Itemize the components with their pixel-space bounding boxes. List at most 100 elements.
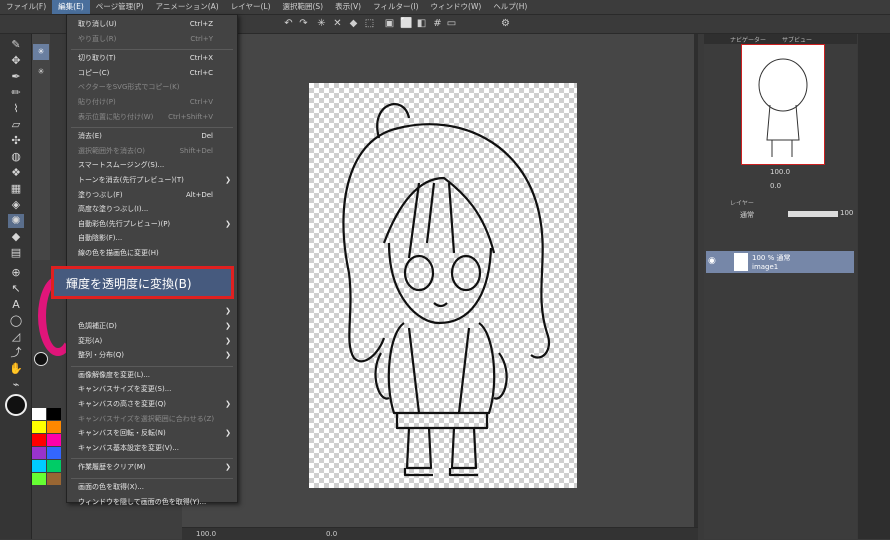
menu-item[interactable]: 貼り付け(P) Ctrl+V [67,96,237,109]
deselect-icon[interactable]: ⬜ [400,18,412,29]
menu-item[interactable]: 自動陰影(F)... [67,232,237,245]
menubar-item[interactable]: ファイル(F) [0,0,52,14]
frame-tool-icon[interactable]: ▦ [8,182,24,196]
picker-tool-icon[interactable]: ⌁ [8,378,24,392]
spinner-icon[interactable]: ✳ [316,18,327,29]
correct-line-tool-icon[interactable]: ⤴ [8,346,24,360]
color-swatch[interactable] [47,447,61,459]
menu-item[interactable]: キャンバス基本設定を変更(V)... [67,442,237,455]
menu-item[interactable]: 色調補正(D) ❯ [67,320,237,333]
text-tool-icon[interactable]: A [8,298,24,312]
angle-readout[interactable]: 0.0 [326,530,337,538]
menu-item[interactable]: 切り取り(T) Ctrl+X [67,52,237,65]
menu-item[interactable]: ❯ [67,305,237,318]
menu-item[interactable]: 作業履歴をクリア(M) ❯ [67,461,237,474]
menu-item[interactable]: キャンバスの高さを変更(Q) ❯ [67,398,237,411]
menubar-item[interactable]: アニメーション(A) [150,0,225,14]
menu-item[interactable]: 塗りつぶし(F) Alt+Del [67,189,237,202]
menubar-item[interactable]: ウィンドウ(W) [425,0,488,14]
navigator-thumbnail[interactable] [741,44,825,165]
menu-item[interactable]: キャンバスサイズを選択範囲に合わせる(Z) [67,413,237,426]
opacity-slider[interactable] [788,211,838,217]
menu-item[interactable]: キャンバスを回転・反転(N) ❯ [67,427,237,440]
undo-icon[interactable]: ↶ [283,18,294,29]
pencil-tool-icon[interactable]: ✏ [8,86,24,100]
menubar-item[interactable]: ページ管理(P) [90,0,150,14]
brush-tool-icon[interactable]: ⌇ [8,102,24,116]
menu-item[interactable]: 画面の色を取得(X)... [67,481,237,494]
layer-name[interactable]: image1 [752,263,778,271]
blend-tool-icon[interactable]: ◍ [8,150,24,164]
blend-mode-select[interactable]: 通常 [740,210,754,220]
transform-icon[interactable]: ⬚ [364,18,375,29]
eraser-tool-icon[interactable]: ▱ [8,118,24,132]
airbrush-tool-icon[interactable]: ✣ [8,134,24,148]
magic-wand-subtool-icon[interactable]: ✳ [33,44,49,60]
menu-item[interactable]: 線の色を描画色に変更(H) [67,247,237,260]
figure-tool-icon[interactable]: ◈ [8,198,24,212]
auto-select-tool-icon[interactable]: ✺ [8,214,24,228]
menu-item[interactable]: やり直し(R) Ctrl+Y [67,33,237,46]
decoration-tool-icon[interactable]: ❖ [8,166,24,180]
invert-selection-icon[interactable]: ◧ [416,18,427,29]
menu-item[interactable]: 自動彩色(先行プレビュー)(P) ❯ [67,218,237,231]
menu-item[interactable]: ウィンドウを隠して画面の色を取得(Y)... [67,496,237,509]
main-color-swatch[interactable] [5,394,27,416]
hand-tool-icon[interactable]: ✋ [8,362,24,376]
navigator-zoom[interactable]: 100.0 [770,168,790,176]
redo-icon[interactable]: ↷ [298,18,309,29]
menu-item[interactable]: 変形(A) ❯ [67,335,237,348]
color-swatch[interactable] [47,434,61,446]
navigator-rotation[interactable]: 0.0 [770,182,781,190]
clear-icon[interactable]: ✕ [332,18,343,29]
menu-item[interactable]: 表示位置に貼り付け(W) Ctrl+Shift+V [67,111,237,124]
highlighted-menu-item-luminance-to-transparency[interactable]: 輝度を透明度に変換(B) [51,266,234,299]
color-swatch[interactable] [32,434,46,446]
color-swatch[interactable] [47,408,61,420]
zoom-readout[interactable]: 100.0 [196,530,216,538]
color-swatch[interactable] [32,473,46,485]
menu-item[interactable]: キャンバスサイズを変更(S)... [67,383,237,396]
layer-row[interactable]: ◉ 100 % 通常 image1 [706,251,854,273]
menubar-item[interactable]: ヘルプ(H) [487,0,533,14]
eyedropper-tool-icon[interactable]: ✎ [8,38,24,52]
menubar-item[interactable]: 編集(E) [52,0,90,14]
ruler-icon[interactable]: ▭ [446,18,457,29]
menu-item[interactable]: 選択範囲外を消去(O) Shift+Del [67,145,237,158]
move-tool-icon[interactable]: ✥ [8,54,24,68]
settings-icon[interactable]: ⚙ [500,18,511,29]
menu-item[interactable]: 高度な塗りつぶし(I)... [67,203,237,216]
operation-tool-icon[interactable]: ↖ [8,282,24,296]
zoom-tool-icon[interactable]: ⊕ [8,266,24,280]
menubar-item[interactable]: 選択範囲(S) [277,0,330,14]
color-swatch[interactable] [47,473,61,485]
grid-icon[interactable]: # [432,18,443,29]
ruler-tool-icon[interactable]: ◿ [8,330,24,344]
tab-layer[interactable]: レイヤー [730,198,754,207]
balloon-tool-icon[interactable]: ◯ [8,314,24,328]
menu-item[interactable]: スマートスムージング(S)... [67,159,237,172]
color-swatch[interactable] [47,421,61,433]
fill-tool-icon[interactable]: ◆ [8,230,24,244]
menu-item[interactable]: トーンを消去(先行プレビュー)(T) ❯ [67,174,237,187]
menu-item[interactable]: コピー(C) Ctrl+C [67,67,237,80]
canvas-document[interactable] [309,83,577,488]
menubar-item[interactable]: 表示(V) [329,0,367,14]
menu-item[interactable]: 消去(E) Del [67,130,237,143]
tab-subview[interactable]: サブビュー [782,35,812,44]
opacity-value[interactable]: 100 [840,209,853,217]
gradient-tool-icon[interactable]: ▤ [8,246,24,260]
fill-icon[interactable]: ◆ [348,18,359,29]
crop-icon[interactable]: ▣ [384,18,395,29]
canvas-vertical-scrollbar[interactable] [694,34,698,527]
color-swatch[interactable] [32,421,46,433]
sub-color-swatch[interactable] [34,352,48,366]
color-swatch[interactable] [32,447,46,459]
menubar-item[interactable]: フィルター(I) [367,0,424,14]
pen-tool-icon[interactable]: ✒ [8,70,24,84]
menubar-item[interactable]: レイヤー(L) [225,0,277,14]
color-swatch[interactable] [32,460,46,472]
menu-item[interactable]: 取り消し(U) Ctrl+Z [67,18,237,31]
tab-navigator[interactable]: ナビゲーター [730,35,766,44]
color-swatch[interactable] [32,408,46,420]
